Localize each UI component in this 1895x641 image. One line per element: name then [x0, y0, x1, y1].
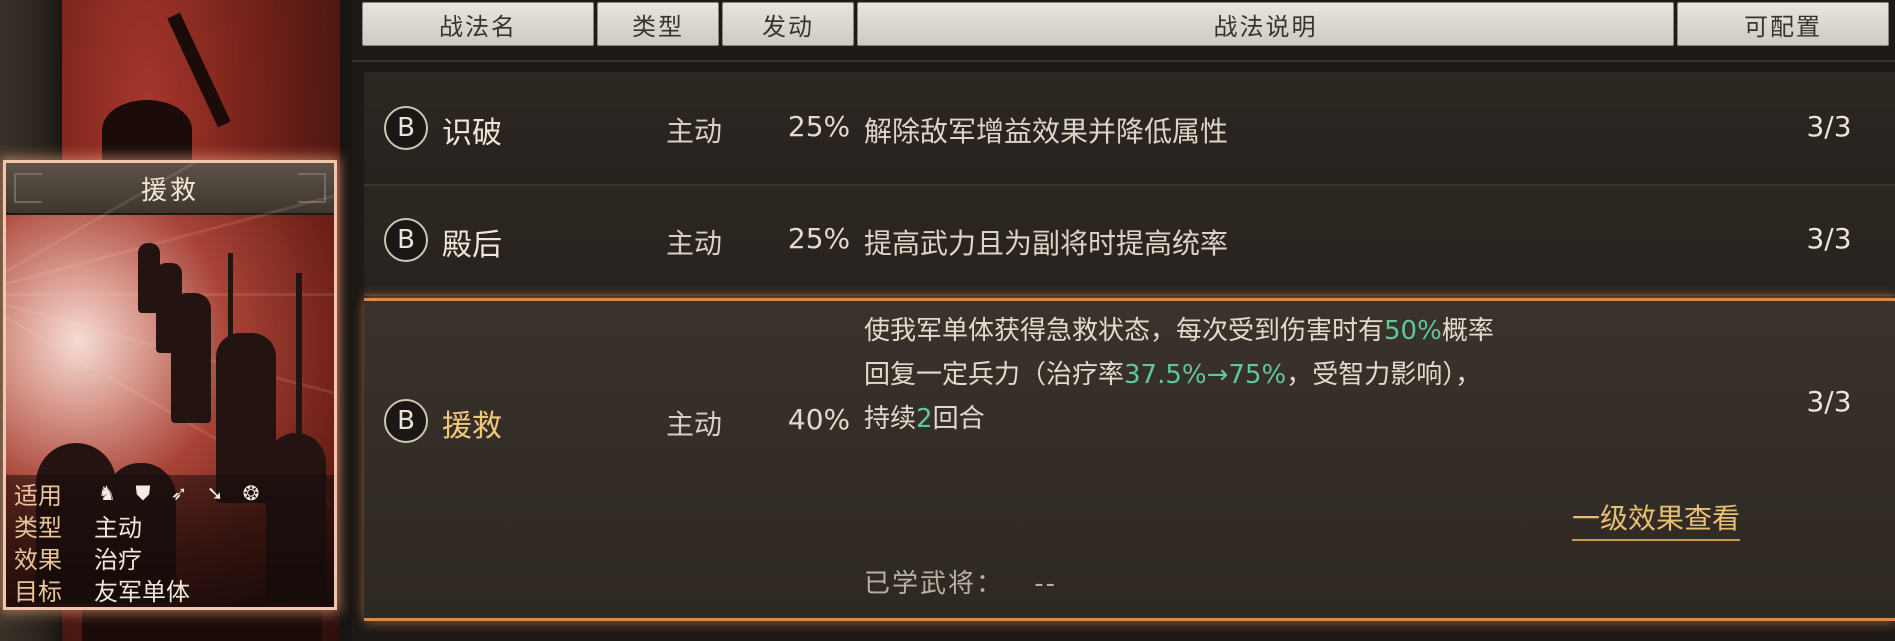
- tactic-slots: 3/3: [1806, 385, 1852, 418]
- tactic-slots: 3/3: [1806, 110, 1852, 143]
- tactic-description: 解除敌军增益效果并降低属性: [864, 115, 1229, 148]
- desc-line-3: 持续2回合: [864, 404, 985, 434]
- ornament-left-icon: [14, 173, 42, 203]
- tactic-name: 殿后: [442, 228, 502, 263]
- prop-key: 效果: [14, 545, 62, 574]
- prop-value: 主动: [94, 513, 142, 542]
- header-type[interactable]: 类型: [597, 2, 719, 46]
- prop-row-effect: 效果 治疗: [14, 541, 142, 574]
- card-properties: 适用 ♞ ⛊ ➶ ➘ ❂ 类型 主动 效果 治疗 目标 友军单体: [6, 475, 334, 607]
- tactic-name: 援救: [442, 409, 502, 444]
- desc-highlight: 50%: [1384, 316, 1442, 346]
- tactic-description: 使我军单体获得急救状态，每次受到伤害时有50%概率 回复一定兵力（治疗率37.5…: [864, 309, 1494, 441]
- shield-icon: ⛊: [135, 481, 151, 505]
- table-row-selected[interactable]: B 援救 主动 40% 使我军单体获得急救状态，每次受到伤害时有50%概率 回复…: [364, 298, 1895, 621]
- desc-highlight: 37.5%→75%: [1124, 360, 1287, 390]
- header-trigger[interactable]: 发动: [722, 2, 854, 46]
- prop-row-applicable: 适用 ♞ ⛊ ➶ ➘ ❂: [14, 477, 264, 510]
- grade-badge: B: [384, 106, 428, 150]
- bow-icon: ➶: [170, 481, 188, 505]
- learned-value: --: [1034, 569, 1058, 599]
- header-configurable[interactable]: 可配置: [1677, 2, 1889, 46]
- cavalry-icon: ♞: [98, 481, 116, 505]
- prop-row-type: 类型 主动: [14, 509, 142, 542]
- table-row[interactable]: B 殿后 主动 25% 提高武力且为副将时提高统率 3/3: [364, 186, 1895, 296]
- prop-row-target: 目标 友军单体: [14, 573, 190, 606]
- prop-key: 类型: [14, 513, 62, 542]
- tactic-name: 识破: [442, 116, 502, 151]
- troop-icons: ♞ ⛊ ➶ ➘ ❂: [94, 480, 264, 506]
- spear-icon: ➘: [206, 481, 224, 505]
- grade-badge: B: [384, 399, 428, 443]
- learned-label: 已学武将：: [864, 569, 1005, 599]
- table-row[interactable]: B 识破 主动 25% 解除敌军增益效果并降低属性 3/3: [364, 72, 1895, 186]
- desc-highlight: 2: [916, 404, 933, 434]
- level-one-effect-link[interactable]: 一级效果查看: [1572, 497, 1741, 541]
- header-description: 战法说明: [857, 2, 1674, 46]
- learned-generals: 已学武将： --: [864, 563, 1057, 600]
- prop-value: 友军单体: [94, 577, 190, 606]
- tactic-card[interactable]: 援救 适用 ♞ ⛊ ➶ ➘ ❂ 类型 主动 效果 治疗 目标 友军单体: [3, 160, 337, 610]
- tactic-description: 提高武力且为副将时提高统率: [864, 227, 1229, 260]
- header-tactic-name[interactable]: 战法名: [362, 2, 594, 46]
- tactic-slots: 3/3: [1806, 222, 1852, 255]
- desc-line-2: 回复一定兵力（治疗率37.5%→75%，受智力影响），: [864, 360, 1482, 390]
- prop-key: 目标: [14, 577, 62, 606]
- prop-key: 适用: [14, 481, 62, 510]
- tactic-type: 主动: [665, 408, 722, 441]
- tactics-table: 战法名 类型 发动 战法说明 可配置 B 识破 主动 25% 解除敌军增益效果并…: [352, 0, 1895, 641]
- header-divider: [352, 60, 1895, 62]
- wheel-icon: ❂: [242, 481, 260, 505]
- tactic-type: 主动: [665, 227, 722, 260]
- grade-badge: B: [384, 218, 428, 262]
- prop-value: 治疗: [94, 545, 142, 574]
- tactic-type: 主动: [665, 115, 722, 148]
- desc-line-1: 使我军单体获得急救状态，每次受到伤害时有50%概率: [864, 316, 1494, 346]
